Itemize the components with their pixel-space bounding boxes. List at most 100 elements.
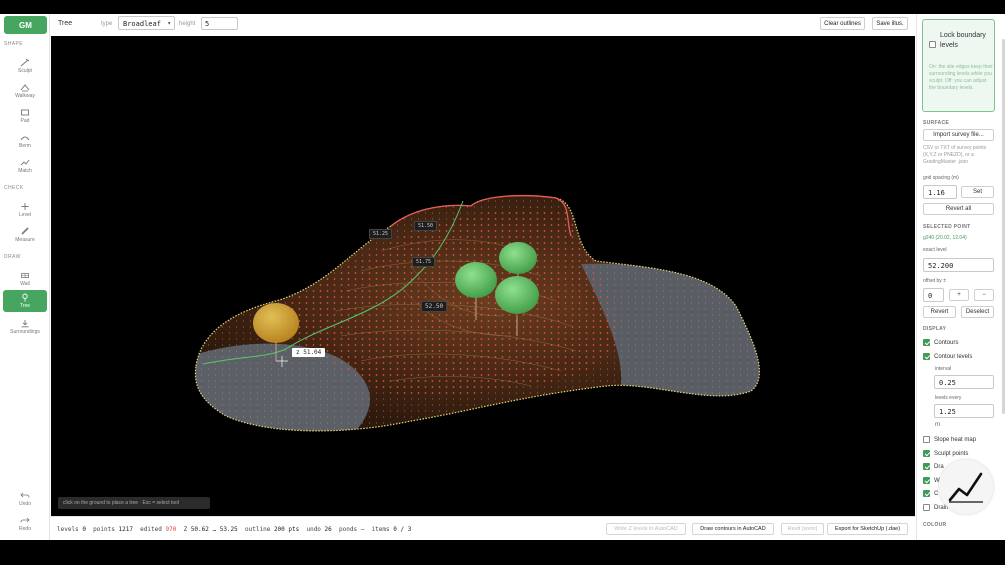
z-range: 50.62 … 53.25 bbox=[190, 526, 238, 533]
draw-contours-autocad-button[interactable]: Draw contours in AutoCAD bbox=[692, 523, 774, 535]
write-levels-autocad-button[interactable]: Write Z levels to AutoCAD bbox=[606, 523, 686, 535]
undo-icon bbox=[20, 492, 30, 498]
slope-heat-map-toggle[interactable]: Slope heat map bbox=[923, 436, 976, 443]
levels-count: 0 bbox=[82, 526, 86, 533]
interval-input[interactable]: 0.25 bbox=[934, 375, 994, 389]
display-heading: DISPLAY bbox=[923, 326, 947, 332]
redo-icon bbox=[20, 517, 30, 523]
checkbox[interactable] bbox=[923, 490, 930, 497]
offset-label: offset by ± bbox=[923, 278, 946, 284]
import-survey-button[interactable]: Import survey file... bbox=[923, 129, 994, 141]
wall-icon bbox=[21, 273, 29, 278]
height-label: height bbox=[179, 21, 196, 27]
edited-count: 970 bbox=[165, 526, 177, 533]
tool-surroundings[interactable]: Surroundings bbox=[3, 316, 47, 338]
tool-options-bar: Tree type Broadleaf ▾ height 5 Clear out… bbox=[50, 14, 915, 36]
tool-label: Match bbox=[18, 168, 32, 174]
status-readout: levels 0 points 1217 edited 970 Z 50.62 … bbox=[57, 526, 412, 533]
elevation-label: 51.25 bbox=[369, 229, 393, 239]
tool-wall[interactable]: Wall bbox=[3, 268, 47, 290]
grid-spacing-input[interactable]: 1.16 bbox=[923, 185, 957, 199]
lock-boundary-title: Lock boundary levels bbox=[940, 32, 986, 49]
checkbox[interactable] bbox=[923, 436, 930, 443]
exact-level-label: exact level bbox=[923, 247, 947, 253]
levels-every-input[interactable]: 1.25 bbox=[934, 404, 994, 418]
app-logo[interactable]: GM bbox=[4, 16, 47, 34]
active-tool-name: Tree bbox=[58, 20, 73, 27]
ponds-count: – bbox=[360, 526, 365, 533]
interval-label: interval bbox=[935, 366, 952, 372]
tool-label: Redo bbox=[19, 526, 31, 532]
exact-level-input[interactable]: 52.200 bbox=[923, 258, 994, 272]
tool-hint: click on the ground to place a tree · Es… bbox=[58, 497, 210, 509]
tool-label: Tree bbox=[19, 303, 31, 309]
status-bar: levels 0 points 1217 edited 970 Z 50.62 … bbox=[50, 516, 915, 540]
checkbox[interactable] bbox=[923, 463, 930, 470]
tool-label: Sculpt bbox=[18, 68, 32, 74]
checkbox[interactable] bbox=[923, 450, 930, 457]
import-description: CSV or TXT of survey points (X,Y,Z or PN… bbox=[923, 145, 987, 165]
offset-input[interactable]: 0 bbox=[923, 288, 944, 302]
tool-label: Undo bbox=[19, 501, 31, 507]
app-window: GM SHAPE Sculpt Walkway Pad Berm Match C… bbox=[0, 14, 1005, 540]
tool-label: Level bbox=[19, 212, 31, 218]
properties-panel: Lock boundary levels On: the site edges … bbox=[916, 14, 1005, 540]
unit-label: m bbox=[935, 422, 940, 428]
undo-button[interactable]: Undo bbox=[3, 488, 47, 510]
deselect-button[interactable]: Deselect bbox=[961, 306, 994, 318]
revert-all-button[interactable]: Revert all bbox=[923, 203, 994, 215]
outline-count: 200 pts bbox=[273, 526, 300, 533]
items-count: 0 / 3 bbox=[393, 526, 412, 533]
download-icon bbox=[21, 320, 29, 328]
clear-outlines-button[interactable]: Clear outlines bbox=[820, 17, 865, 30]
export-sketchup-button[interactable]: Export for SketchUp (.dae) bbox=[827, 523, 908, 535]
checkbox[interactable] bbox=[923, 353, 930, 360]
offset-minus-button[interactable]: − bbox=[974, 289, 994, 301]
tool-match[interactable]: Match bbox=[3, 155, 47, 177]
tree-height-input[interactable]: 5 bbox=[201, 17, 238, 30]
tool-label: Pad bbox=[20, 118, 30, 124]
c-toggle[interactable]: C bbox=[923, 490, 938, 497]
checkbox[interactable] bbox=[923, 504, 930, 511]
lock-boundary-card[interactable]: Lock boundary levels On: the site edges … bbox=[922, 19, 995, 112]
tool-label: Wall bbox=[20, 281, 30, 287]
tool-pad[interactable]: Pad bbox=[3, 105, 47, 127]
3d-viewport[interactable]: 51.25 51.50 51.75 52.50 z 51.04 click on… bbox=[51, 36, 915, 516]
selected-point-id: g240 (20.02, 12.04) bbox=[923, 235, 967, 241]
berm-icon bbox=[20, 136, 30, 141]
tool-sculpt[interactable]: Sculpt bbox=[3, 55, 47, 77]
tool-berm[interactable]: Berm bbox=[3, 130, 47, 152]
checkbox[interactable] bbox=[923, 339, 930, 346]
contours-toggle[interactable]: Contours bbox=[923, 339, 958, 346]
tool-walkway[interactable]: Walkway bbox=[3, 80, 47, 102]
line-chart-icon bbox=[948, 472, 983, 503]
offset-plus-button[interactable]: + bbox=[949, 289, 969, 301]
lock-boundary-checkbox[interactable] bbox=[929, 41, 936, 48]
ruler-icon bbox=[21, 227, 29, 235]
match-icon bbox=[20, 159, 30, 166]
chevron-down-icon: ▾ bbox=[167, 20, 171, 27]
sculpt-points-toggle[interactable]: Sculpt points bbox=[923, 450, 968, 457]
redo-button[interactable]: Redo bbox=[3, 513, 47, 535]
tool-measure[interactable]: Measure bbox=[3, 224, 47, 246]
floating-chart-widget[interactable] bbox=[939, 460, 993, 514]
tool-level[interactable]: Level bbox=[3, 199, 47, 221]
terrain-scene[interactable] bbox=[51, 36, 915, 516]
elevation-label: 51.50 bbox=[414, 221, 438, 231]
w-toggle[interactable]: W bbox=[923, 477, 940, 484]
contour-levels-toggle[interactable]: Contour levels bbox=[923, 353, 972, 360]
levels-every-label: levels every bbox=[935, 395, 962, 401]
revit-button[interactable]: Revit (soon) bbox=[781, 523, 824, 535]
checkbox[interactable] bbox=[923, 477, 930, 484]
set-grid-button[interactable]: Set bbox=[961, 186, 994, 198]
tree-type-value: Broadleaf bbox=[123, 20, 161, 28]
tool-label: Walkway bbox=[15, 93, 35, 99]
tool-label: Surroundings bbox=[10, 329, 40, 335]
z-readout-tooltip: z 51.04 bbox=[292, 348, 326, 357]
tool-tree[interactable]: Tree bbox=[3, 290, 47, 312]
save-illustration-button[interactable]: Save illus. bbox=[872, 17, 908, 30]
surface-heading: SURFACE bbox=[923, 120, 949, 126]
section-draw: DRAW bbox=[4, 254, 21, 260]
revert-point-button[interactable]: Revert bbox=[923, 306, 956, 318]
tree-type-select[interactable]: Broadleaf ▾ bbox=[118, 16, 175, 30]
